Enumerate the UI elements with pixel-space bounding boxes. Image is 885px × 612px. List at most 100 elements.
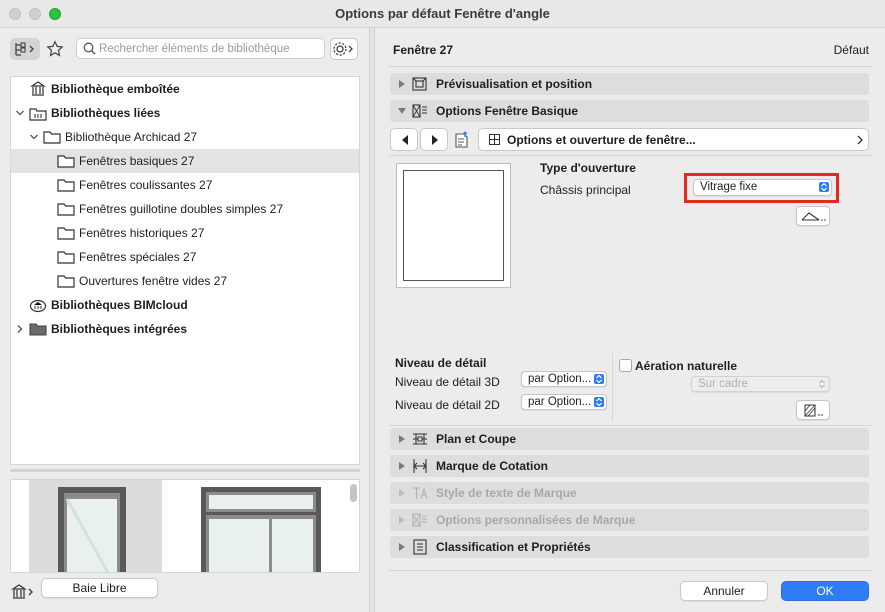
library-embedded-icon [30,81,46,96]
gear-icon [333,42,353,56]
section-preview-position[interactable]: Prévisualisation et position [390,73,869,95]
page-settings-button[interactable] [450,128,474,151]
disclosure-right-icon [399,462,405,470]
tree-item-special-windows[interactable]: Fenêtres spéciales 27 [11,245,359,269]
ventilation-checkbox[interactable] [619,359,632,372]
cancel-button[interactable]: Annuler [680,581,768,601]
favorites-button[interactable] [43,38,67,60]
main-sash-label: Châssis principal [540,183,631,197]
folder-dark-icon [29,323,47,336]
chevron-right-icon [857,135,863,145]
detail-2d-select[interactable]: par Option... [521,394,607,410]
chevron-down-icon[interactable] [29,132,39,142]
object-thumbnails [10,479,360,573]
tree-item-label: Fenêtres coulissantes 27 [79,178,213,192]
section-custom-marker[interactable]: Options personnalisées de Marque [390,509,869,531]
library-tree: Bibliothèque emboîtée Bibliothèques liée… [10,76,360,465]
opening-line-icon [801,212,826,221]
detail-2d-value: par Option... [528,396,592,408]
window-thumbnail-icon [58,487,126,572]
library-search-field[interactable] [76,38,325,59]
page-selector[interactable]: Options et ouverture de fenêtre... [478,128,869,151]
tree-item-label: Fenêtres basiques 27 [79,154,195,168]
page-settings-icon [455,130,468,148]
page-selector-label: Options et ouverture de fenêtre... [507,133,696,147]
section-classification[interactable]: Classification et Propriétés [390,536,869,558]
disclosure-right-icon [399,516,405,524]
grid-icon [489,134,500,145]
ok-button[interactable]: OK [781,581,869,601]
section-basic-options[interactable]: Options Fenêtre Basique [390,100,869,122]
disclosure-right-icon [399,435,405,443]
tree-item-sash-windows[interactable]: Fenêtres guillotine doubles simples 27 [11,197,359,221]
ventilation-value: Sur cadre [698,378,748,390]
page-navigation: Options et ouverture de fenêtre... [390,128,869,151]
tree-item-label: Fenêtres spéciales 27 [79,250,197,264]
ventilation-settings-button[interactable] [796,400,830,420]
tree-item-basic-windows[interactable]: Fenêtres basiques 27 [11,149,359,173]
text-style-icon [413,487,428,500]
tree-item-historic-windows[interactable]: Fenêtres historiques 27 [11,221,359,245]
previous-page-button[interactable] [390,128,418,151]
thumbnail-selected[interactable] [29,480,162,572]
folder-icon [57,227,75,240]
folder-icon [57,155,75,168]
library-settings-button[interactable] [330,38,358,60]
arrow-right-icon [432,135,438,145]
tree-item-archicad-library[interactable]: Bibliothèque Archicad 27 [11,125,359,149]
section-label: Classification et Propriétés [436,540,591,554]
library-tree-icon [15,42,34,56]
main-sash-value: Vitrage fixe [700,181,758,193]
footer-divider [389,570,873,571]
window-preview-frame [403,170,504,281]
tree-item-empty-openings[interactable]: Ouvertures fenêtre vides 27 [11,269,359,293]
library-panel: Bibliothèque emboîtée Bibliothèques liée… [0,28,369,612]
select-arrows-icon [819,379,825,389]
tree-item-builtin-libraries[interactable]: Bibliothèques intégrées [11,317,359,341]
select-arrows-icon [594,374,604,384]
panel-splitter[interactable] [10,466,360,474]
tree-item-label: Ouvertures fenêtre vides 27 [79,274,228,288]
tree-item-linked-libraries[interactable]: Bibliothèques liées [11,101,359,125]
next-page-button[interactable] [420,128,448,151]
settings-panel: Fenêtre 27 Défaut Prévisualisation et po… [375,28,885,612]
section-marker-text-style[interactable]: Style de texte de Marque [390,482,869,504]
folder-icon [57,179,75,192]
tree-item-label: Bibliothèques intégrées [51,322,188,336]
disclosure-right-icon [399,543,405,551]
thumbnail-item[interactable] [163,480,321,572]
tree-item-sliding-windows[interactable]: Fenêtres coulissantes 27 [11,173,359,197]
chevron-down-icon[interactable] [15,108,25,118]
title-bar: Options par défaut Fenêtre d'angle [0,0,885,28]
content-divider [389,155,873,156]
section-label: Style de texte de Marque [436,486,577,500]
disclosure-right-icon [399,80,405,88]
opening-line-button[interactable] [796,206,830,226]
detail-2d-label: Niveau de détail 2D [395,398,500,412]
chevron-right-icon[interactable] [15,324,25,334]
detail-3d-select[interactable]: par Option... [521,371,607,387]
section-plan-section[interactable]: Plan et Coupe [390,428,869,450]
classification-icon [413,539,427,555]
preview-position-icon [412,77,427,91]
object-name-button[interactable]: Baie Libre [41,578,158,598]
tree-item-bimcloud-libraries[interactable]: Bibliothèques BIMcloud [11,293,359,317]
library-manager-button[interactable] [10,581,36,603]
tree-item-embedded-library[interactable]: Bibliothèque emboîtée [11,77,359,101]
library-view-button[interactable] [10,38,40,60]
ventilation-select[interactable]: Sur cadre [691,376,830,392]
bimcloud-icon [29,299,47,313]
arrow-left-icon [402,135,408,145]
tree-item-label: Bibliothèque Archicad 27 [65,130,198,144]
main-sash-select[interactable]: Vitrage fixe [693,179,832,196]
folder-icon [43,131,61,144]
thumbnail-scrollbar[interactable] [350,484,357,502]
search-input[interactable] [99,41,319,56]
header-divider [389,66,873,67]
custom-marker-icon [412,513,427,527]
section-label: Marque de Cotation [436,459,549,473]
folder-icon [57,251,75,264]
section-dimension-marker[interactable]: Marque de Cotation [390,455,869,477]
opening-type-heading: Type d'ouverture [540,161,636,175]
library-manager-icon [11,584,33,599]
